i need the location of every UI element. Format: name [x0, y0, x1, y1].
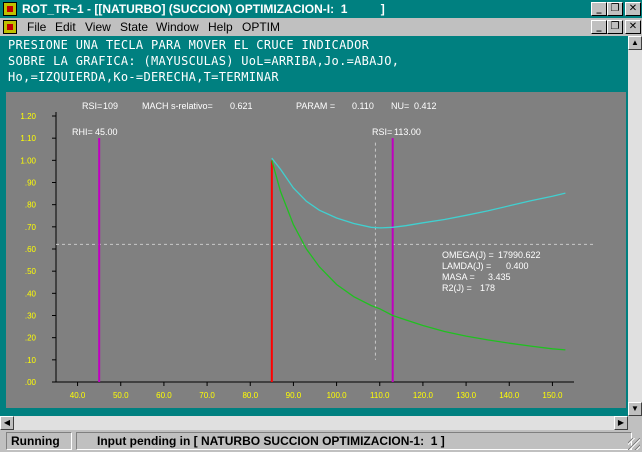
menu-file[interactable]: File [27, 20, 46, 34]
x-tick-label: 60.0 [156, 391, 172, 400]
y-tick-label: .90 [25, 179, 37, 188]
y-tick-label: .80 [25, 201, 37, 210]
scroll-left-button[interactable]: ◀ [0, 416, 14, 430]
doc-restore-button[interactable]: ❐ [607, 20, 623, 34]
y-tick-label: .00 [25, 378, 37, 387]
rsi-marker-label: RSI= [372, 127, 392, 137]
readout-lamda-value: 0.400 [506, 261, 529, 271]
vertical-scroll-track[interactable] [628, 50, 642, 402]
header-param-value: 0.110 [352, 101, 374, 111]
window-title: ROT_TR~1 - [[NATURBO] (SUCCION) OPTIMIZA… [22, 2, 385, 16]
instruction-line-1: PRESIONE UNA TECLA PARA MOVER EL CRUCE I… [8, 38, 370, 52]
doc-minimize-button[interactable]: _ [591, 20, 607, 34]
x-tick-label: 80.0 [242, 391, 258, 400]
header-rsi-value: 109 [103, 101, 118, 111]
app-icon[interactable] [3, 2, 17, 16]
x-tick-label: 50.0 [113, 391, 129, 400]
restore-button[interactable]: ❐ [607, 2, 623, 16]
header-param-label: PARAM = [296, 101, 335, 111]
menu-window[interactable]: Window [156, 20, 199, 34]
menu-optim[interactable]: OPTIM [242, 20, 280, 34]
minimize-button[interactable]: _ [591, 2, 607, 16]
scroll-right-button[interactable]: ▶ [614, 416, 628, 430]
y-tick-label: .10 [25, 356, 37, 365]
resize-grip-icon[interactable] [628, 438, 640, 450]
rhi-marker-value: 45.00 [95, 127, 118, 137]
status-message: Input pending in [ NATURBO SUCCION OPTIM… [76, 432, 632, 450]
header-nu-value: 0.412 [414, 101, 437, 111]
x-tick-label: 130.0 [456, 391, 477, 400]
close-button[interactable]: ✕ [625, 2, 641, 16]
x-tick-label: 110.0 [370, 391, 390, 400]
x-tick-label: 140.0 [499, 391, 520, 400]
menu-edit[interactable]: Edit [55, 20, 76, 34]
horizontal-scrollbar[interactable]: ◀ ▶ [0, 416, 628, 430]
menu-help[interactable]: Help [208, 20, 233, 34]
readout-r2-label: R2(J) = [442, 283, 472, 293]
menu-state[interactable]: State [120, 20, 148, 34]
y-tick-label: .70 [25, 223, 37, 232]
series-line-0 [271, 157, 566, 229]
rsi-marker-value: 113.00 [394, 127, 421, 137]
doc-close-button[interactable]: ✕ [625, 20, 641, 34]
x-tick-label: 100.0 [327, 391, 348, 400]
header-mach-value: 0.621 [230, 101, 253, 111]
y-tick-label: .20 [25, 334, 37, 343]
scroll-up-button[interactable]: ▲ [628, 36, 642, 50]
readout-omega-label: OMEGA(J) = [442, 250, 494, 260]
x-tick-label: 40.0 [70, 391, 86, 400]
readout-masa-value: 3.435 [488, 272, 511, 282]
instruction-line-3: Ho,=IZQUIERDA,Ko-=DERECHA,T=TERMINAR [8, 70, 279, 84]
readout-r2-value: 178 [480, 283, 495, 293]
header-nu-label: NU= [391, 101, 409, 111]
y-tick-label: .40 [25, 289, 37, 298]
rhi-marker-label: RHI= [72, 127, 93, 137]
status-state: Running [6, 432, 72, 450]
x-tick-label: 120.0 [413, 391, 434, 400]
y-tick-label: 1.20 [20, 112, 36, 121]
header-mach-label: MACH s-relativo= [142, 101, 213, 111]
y-tick-label: .60 [25, 245, 37, 254]
x-tick-label: 90.0 [286, 391, 302, 400]
menu-view[interactable]: View [85, 20, 111, 34]
readout-masa-label: MASA = [442, 272, 475, 282]
title-bar[interactable]: ROT_TR~1 - [[NATURBO] (SUCCION) OPTIMIZA… [0, 0, 642, 18]
chart-panel: .00 .10 .20 .30 .40 .50 .60 .70 .80 .90 1.00 1.10 1.… [6, 92, 626, 408]
header-rsi-label: RSI= [82, 101, 102, 111]
y-tick-label: .50 [25, 267, 37, 276]
x-tick-label: 150.0 [542, 391, 563, 400]
x-tick-label: 70.0 [199, 391, 215, 400]
y-tick-label: 1.10 [20, 134, 36, 143]
y-tick-label: .30 [25, 312, 37, 321]
readout-lamda-label: LAMDA(J) = [442, 261, 491, 271]
scroll-down-button[interactable]: ▼ [628, 402, 642, 416]
document-system-menu-icon[interactable] [3, 20, 17, 34]
horizontal-scroll-track[interactable] [14, 416, 614, 430]
status-bar: Running Input pending in [ NATURBO SUCCI… [0, 430, 642, 452]
y-tick-label: 1.00 [20, 156, 36, 165]
instruction-line-2: SOBRE LA GRAFICA: (MAYUSCULAS) UoL=ARRIB… [8, 54, 400, 68]
vertical-scrollbar[interactable]: ▲ ▼ [628, 36, 642, 416]
readout-omega-value: 17990.622 [498, 250, 541, 260]
menu-bar: File Edit View State Window Help OPTIM _… [0, 18, 642, 36]
chart-svg: .00 .10 .20 .30 .40 .50 .60 .70 .80 .90 1.00 1.10 1.… [20, 101, 594, 400]
